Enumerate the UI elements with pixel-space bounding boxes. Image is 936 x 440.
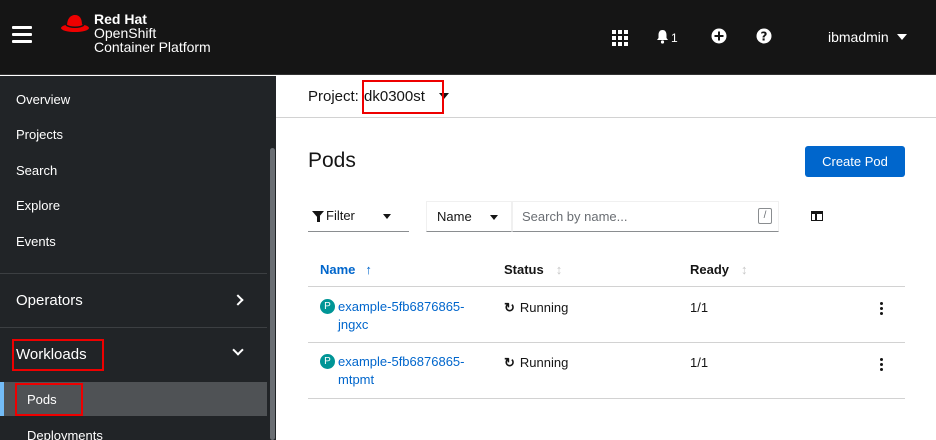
sort-icon: ↕ bbox=[555, 262, 563, 277]
search-input[interactable]: Search by name... / bbox=[512, 201, 779, 232]
pod-name-link[interactable]: example-5fb6876865- mtpmt bbox=[338, 353, 498, 389]
project-label: Project: bbox=[308, 88, 359, 105]
column-header-label: Status bbox=[504, 262, 544, 277]
sidebar-item-search[interactable]: Search bbox=[0, 163, 264, 178]
attribute-dropdown[interactable]: Name bbox=[426, 201, 512, 232]
sidebar-item-deployments[interactable]: Deployments bbox=[0, 428, 264, 440]
plus-circle-icon bbox=[711, 28, 727, 44]
search-placeholder: Search by name... bbox=[522, 209, 628, 224]
pod-name-line-1: example-5fb6876865- bbox=[338, 354, 465, 369]
caret-down-icon bbox=[896, 34, 907, 40]
add-button[interactable] bbox=[711, 28, 727, 49]
column-header-label: Name bbox=[320, 262, 356, 277]
attribute-label: Name bbox=[437, 209, 472, 224]
pod-badge: P bbox=[320, 299, 335, 314]
brand-line-1: Red Hat bbox=[94, 11, 147, 27]
main-content: Project: dk0300st Pods Create Pod Filter… bbox=[276, 76, 936, 440]
caret-down-icon bbox=[490, 215, 498, 220]
column-header-name[interactable]: Name ↑ bbox=[320, 262, 372, 277]
user-menu[interactable]: ibmadmin bbox=[828, 27, 907, 47]
pod-ready: 1/1 bbox=[690, 300, 709, 315]
sidebar-section-label: Operators bbox=[16, 292, 83, 309]
sidebar: Overview Projects Search Explore Events … bbox=[0, 76, 276, 440]
manage-columns-icon[interactable] bbox=[811, 211, 823, 221]
table-divider bbox=[308, 286, 905, 287]
pod-name-link[interactable]: example-5fb6876865- jngxc bbox=[338, 298, 498, 334]
notification-count: 1 bbox=[671, 31, 678, 45]
highlight-box-workloads bbox=[12, 339, 104, 371]
divider bbox=[0, 327, 276, 328]
page-title: Pods bbox=[308, 149, 356, 172]
table-divider bbox=[308, 398, 905, 399]
sort-ascending-icon: ↑ bbox=[365, 262, 372, 277]
help-button[interactable]: ? bbox=[756, 28, 772, 49]
sidebar-scrollbar-thumb[interactable] bbox=[270, 148, 275, 440]
pod-name-line-2: mtpmt bbox=[338, 372, 375, 387]
application-launcher-icon[interactable] bbox=[612, 30, 628, 46]
sidebar-item-projects[interactable]: Projects bbox=[0, 127, 264, 142]
kebab-menu-icon[interactable] bbox=[880, 358, 883, 373]
caret-down-icon bbox=[383, 214, 391, 219]
pod-name-line-2: jngxc bbox=[338, 317, 369, 332]
chevron-down-icon bbox=[232, 344, 244, 356]
sync-icon: ↻ bbox=[504, 300, 515, 315]
filter-icon bbox=[312, 211, 324, 222]
sort-icon: ↕ bbox=[741, 262, 748, 277]
chevron-right-icon bbox=[232, 294, 244, 306]
question-circle-icon: ? bbox=[756, 28, 772, 44]
sidebar-item-overview[interactable]: Overview bbox=[0, 92, 264, 107]
pod-name-line-1: example-5fb6876865- bbox=[338, 299, 465, 314]
notifications-button[interactable]: 1 bbox=[656, 27, 678, 48]
column-header-ready[interactable]: Ready ↕ bbox=[690, 262, 748, 277]
filter-dropdown[interactable]: Filter bbox=[308, 201, 409, 232]
divider bbox=[0, 273, 276, 274]
sidebar-item-events[interactable]: Events bbox=[0, 234, 264, 249]
sidebar-section-operators[interactable]: Operators bbox=[0, 292, 264, 309]
column-header-label: Ready bbox=[690, 262, 730, 277]
column-header-status[interactable]: Status ↕ bbox=[504, 262, 562, 277]
user-name: ibmadmin bbox=[828, 29, 889, 45]
filter-label: Filter bbox=[326, 208, 355, 223]
pod-status: ↻ Running bbox=[504, 355, 568, 371]
project-bar: Project: dk0300st bbox=[276, 76, 936, 118]
highlight-box-pods bbox=[15, 383, 83, 416]
masthead: Red Hat OpenShift Container Platform 1 ?… bbox=[0, 0, 936, 75]
pod-badge: P bbox=[320, 354, 335, 369]
create-pod-button[interactable]: Create Pod bbox=[805, 146, 905, 177]
table-divider bbox=[308, 342, 905, 343]
pod-status-text: Running bbox=[519, 355, 569, 370]
bell-icon bbox=[657, 30, 668, 44]
highlight-box-project bbox=[362, 80, 444, 114]
keyboard-shortcut-hint: / bbox=[758, 208, 772, 224]
pod-status: ↻ Running bbox=[504, 300, 568, 316]
pod-status-text: Running bbox=[519, 300, 569, 315]
pod-ready: 1/1 bbox=[690, 355, 709, 370]
svg-text:?: ? bbox=[761, 30, 768, 44]
sidebar-item-explore[interactable]: Explore bbox=[0, 198, 264, 213]
kebab-menu-icon[interactable] bbox=[880, 302, 883, 317]
sync-icon: ↻ bbox=[504, 355, 515, 370]
